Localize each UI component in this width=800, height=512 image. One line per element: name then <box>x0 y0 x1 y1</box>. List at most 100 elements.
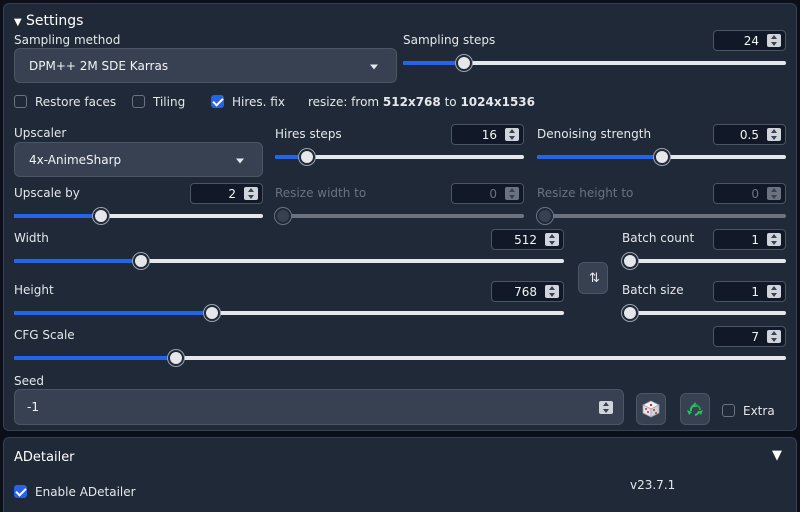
upscaler-dropdown[interactable]: 4x-AnimeSharp <box>14 142 263 177</box>
spinner-icon[interactable] <box>767 187 781 200</box>
width-slider[interactable] <box>14 253 564 269</box>
expand-triangle-icon[interactable]: ▼ <box>772 448 782 463</box>
adetailer-version: v23.7.1 <box>630 478 676 492</box>
random-seed-button[interactable] <box>636 393 666 425</box>
enable-adetailer-label: Enable ADetailer <box>35 485 136 499</box>
adetailer-panel <box>3 437 797 512</box>
swap-dimensions-icon: ⇅ <box>589 270 600 286</box>
cfg-scale-slider[interactable] <box>14 350 786 366</box>
resize-info: resize: from 512x768 to 1024x1536 <box>308 95 535 109</box>
slider-thumb[interactable] <box>622 305 638 321</box>
enable-adetailer-checkbox[interactable] <box>14 485 27 498</box>
height-input[interactable]: 768 <box>491 281 564 302</box>
spinner-icon[interactable] <box>244 187 258 200</box>
denoising-strength-value: 0.5 <box>739 128 759 142</box>
restore-faces-label: Restore faces <box>35 95 117 109</box>
sampling-steps-slider[interactable] <box>403 55 786 71</box>
slider-thumb[interactable] <box>132 253 149 269</box>
spinner-icon[interactable] <box>545 285 559 298</box>
slider-thumb[interactable] <box>537 208 553 224</box>
batch-count-value: 1 <box>751 233 759 247</box>
spinner-icon[interactable] <box>767 128 781 141</box>
chevron-down-icon <box>236 158 244 163</box>
batch-size-input[interactable]: 1 <box>713 281 786 302</box>
sampling-method-value: DPM++ 2M SDE Karras <box>29 58 169 73</box>
spinner-icon[interactable] <box>767 330 781 343</box>
cfg-scale-input[interactable]: 7 <box>713 326 786 347</box>
batch-size-label: Batch size <box>622 283 684 297</box>
settings-title[interactable]: Settings <box>26 13 83 29</box>
resize-width-input[interactable]: 0 <box>451 183 524 204</box>
resize-width-slider[interactable] <box>275 208 524 224</box>
sampling-method-label: Sampling method <box>14 33 121 47</box>
upscaler-value: 4x-AnimeSharp <box>29 152 122 167</box>
collapse-triangle-icon[interactable]: ▼ <box>14 17 22 28</box>
batch-count-label: Batch count <box>622 231 695 245</box>
width-input[interactable]: 512 <box>491 229 564 250</box>
denoising-strength-label: Denoising strength <box>537 127 652 141</box>
height-label: Height <box>14 283 54 297</box>
seed-value: -1 <box>27 400 39 414</box>
seed-input[interactable]: -1 <box>14 389 624 425</box>
height-slider[interactable] <box>14 305 564 321</box>
resize-height-value: 0 <box>751 187 759 201</box>
cfg-scale-label: CFG Scale <box>14 328 75 342</box>
resize-height-input[interactable]: 0 <box>713 183 786 204</box>
upscale-by-value: 2 <box>228 187 236 201</box>
cfg-scale-value: 7 <box>751 330 759 344</box>
seed-label: Seed <box>14 374 44 388</box>
dice-icon <box>642 400 660 418</box>
sampling-steps-input[interactable]: 24 <box>713 30 786 51</box>
resize-height-label: Resize height to <box>537 186 634 200</box>
slider-thumb[interactable] <box>653 149 670 165</box>
hires-steps-label: Hires steps <box>275 127 342 141</box>
swap-dimensions-button[interactable]: ⇅ <box>578 262 608 294</box>
slider-thumb[interactable] <box>299 149 316 165</box>
chevron-down-icon <box>370 64 378 69</box>
hires-fix-checkbox[interactable] <box>211 95 224 108</box>
tiling-label: Tiling <box>153 95 186 109</box>
spinner-icon[interactable] <box>767 285 781 298</box>
spinner-icon[interactable] <box>545 233 559 246</box>
sampling-steps-value: 24 <box>743 34 759 48</box>
spinner-icon[interactable] <box>767 34 781 47</box>
sampling-method-dropdown[interactable]: DPM++ 2M SDE Karras <box>14 48 397 83</box>
resize-width-label: Resize width to <box>275 186 367 200</box>
upscale-by-input[interactable]: 2 <box>190 183 263 204</box>
sampling-steps-label: Sampling steps <box>403 33 496 47</box>
hires-steps-input[interactable]: 16 <box>451 124 524 145</box>
batch-size-value: 1 <box>751 285 759 299</box>
batch-count-input[interactable]: 1 <box>713 229 786 250</box>
spinner-icon[interactable] <box>599 401 613 414</box>
width-label: Width <box>14 231 49 245</box>
slider-thumb[interactable] <box>622 253 638 269</box>
spinner-icon[interactable] <box>505 128 519 141</box>
hires-fix-label: Hires. fix <box>232 95 285 109</box>
width-value: 512 <box>514 233 537 247</box>
height-value: 768 <box>514 285 537 299</box>
batch-count-slider[interactable] <box>622 253 786 269</box>
slider-thumb[interactable] <box>168 350 185 366</box>
recycle-icon <box>687 402 703 416</box>
restore-faces-checkbox[interactable] <box>14 95 27 108</box>
hires-steps-value: 16 <box>481 128 497 142</box>
upscaler-label: Upscaler <box>14 126 67 140</box>
slider-thumb[interactable] <box>93 208 110 224</box>
hires-steps-slider[interactable] <box>275 149 524 165</box>
tiling-checkbox[interactable] <box>132 95 145 108</box>
slider-thumb[interactable] <box>456 55 473 71</box>
upscale-by-slider[interactable] <box>14 208 263 224</box>
spinner-icon[interactable] <box>767 233 781 246</box>
denoising-strength-slider[interactable] <box>537 149 786 165</box>
reuse-seed-button[interactable] <box>680 393 710 425</box>
slider-thumb[interactable] <box>204 305 220 321</box>
slider-thumb[interactable] <box>275 208 291 224</box>
adetailer-title[interactable]: ADetailer <box>14 450 75 465</box>
denoising-strength-input[interactable]: 0.5 <box>713 124 786 145</box>
spinner-icon[interactable] <box>505 187 519 200</box>
extra-checkbox[interactable] <box>722 404 735 417</box>
resize-height-slider[interactable] <box>537 208 786 224</box>
resize-width-value: 0 <box>489 187 497 201</box>
batch-size-slider[interactable] <box>622 305 786 321</box>
extra-label: Extra <box>743 404 775 418</box>
